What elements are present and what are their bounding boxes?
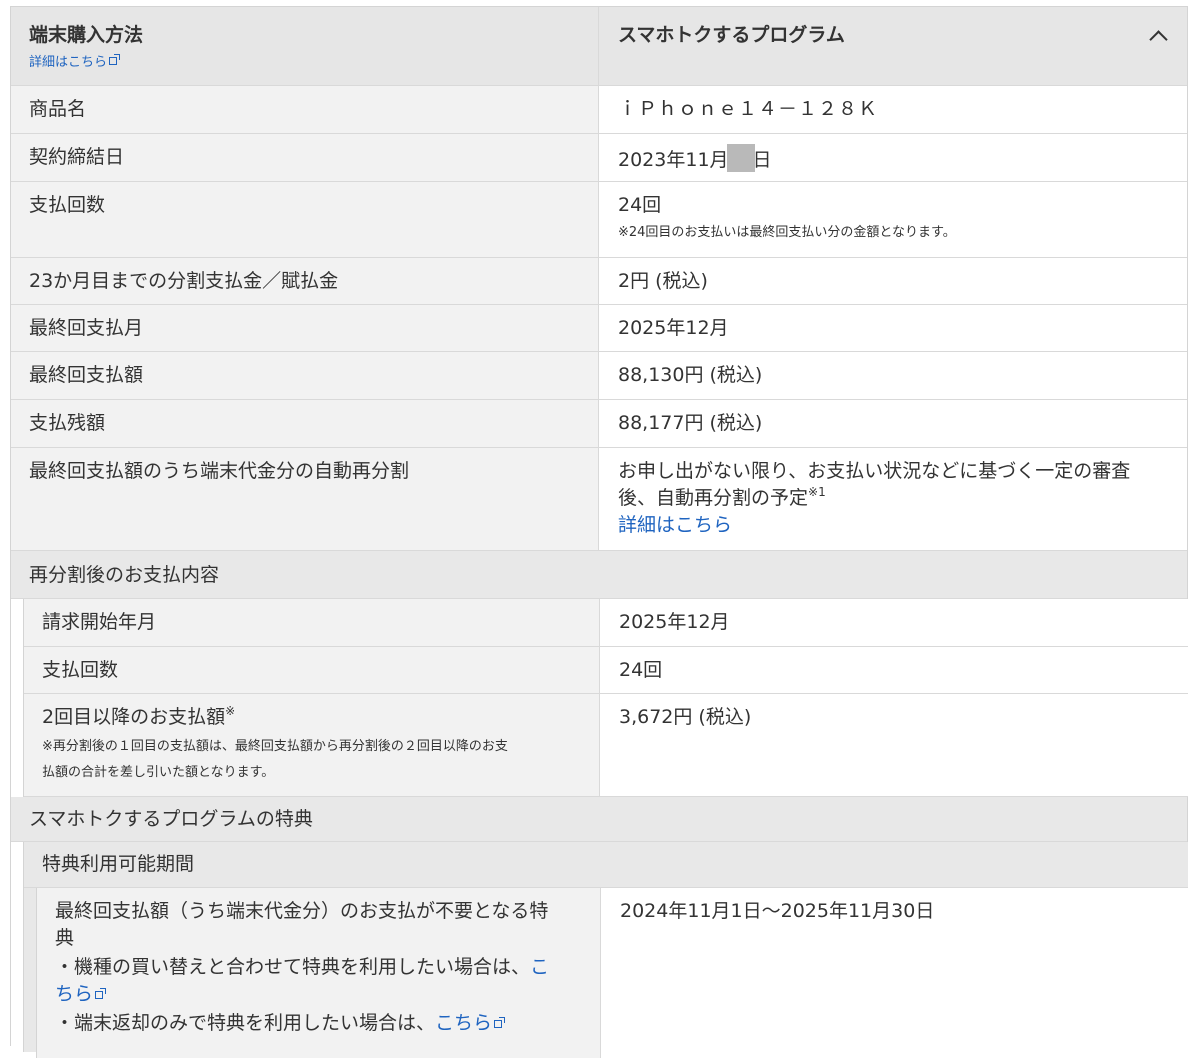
upgrade-benefit-link[interactable]: こ	[530, 956, 549, 978]
row-contract-date: 契約締結日 2023年11月日	[11, 134, 1187, 182]
row-value: 2023年11月日	[618, 144, 772, 173]
row-value: 24回	[618, 194, 662, 216]
row-label: 2回目以降のお支払額※	[42, 704, 236, 728]
row-value: 2円 (税込)	[618, 270, 708, 292]
benefit-bullet-upgrade: ・機種の買い替えと合わせて特典を利用したい場合は、こ	[55, 956, 550, 978]
upgrade-benefit-link-cont[interactable]: ちら	[55, 981, 107, 1007]
row-payments: 支払回数 24回 ※24回目のお支払いは最終回支払い分の金額となります。	[11, 182, 1187, 258]
benefit-section-body: 特典利用可能期間 最終回支払額（うち端末代金分）のお支払が不要となる特 典 ・機…	[23, 842, 1189, 1058]
subsection-title: 特典利用可能期間	[42, 853, 195, 875]
external-link-icon	[95, 988, 107, 999]
row-resplit-payments: 支払回数 24回	[24, 647, 1188, 694]
row-value: 24回	[619, 659, 663, 681]
section-title: 再分割後のお支払内容	[29, 564, 220, 586]
resplit-section-body: 請求開始年月 2025年12月 支払回数 24回 2回目以降のお支払額※ ※再分…	[23, 599, 1188, 797]
row-label: 最終回支払月	[29, 317, 144, 339]
row-value: 2024年11月1日〜2025年11月30日	[620, 900, 935, 922]
row-value: 88,130円 (税込)	[618, 364, 763, 386]
row-value: 3,672円 (税込)	[619, 706, 752, 728]
external-link-icon	[494, 1017, 506, 1028]
auto-resplit-details-link[interactable]: 詳細はこちら	[618, 512, 732, 538]
benefit-label-line1: 最終回支払額（うち端末代金分）のお支払が不要となる特	[55, 900, 549, 922]
row-label: 支払回数	[42, 659, 119, 681]
row-final-month: 最終回支払月 2025年12月	[11, 305, 1187, 352]
row-value: ｉＰｈｏｎｅ１４－１２８Ｋ	[618, 98, 879, 120]
row-label: 請求開始年月	[42, 611, 157, 633]
header-right-cell: スマホトクするプログラム	[599, 7, 1187, 85]
benefit-bullet-return: ・端末返却のみで特典を利用したい場合は、こちら	[55, 1010, 506, 1036]
row-auto-resplit: 最終回支払額のうち端末代金分の自動再分割 お申し出がない限り、お支払い状況などに…	[11, 448, 1187, 551]
row-product: 商品名 ｉＰｈｏｎｅ１４－１２８Ｋ	[11, 86, 1187, 134]
row-note-line1: ※再分割後の１回目の支払額は、最終回支払額から再分割後の２回目以降のお支	[42, 739, 508, 754]
external-link-icon	[109, 54, 121, 65]
row-label: 最終回支払額のうち端末代金分の自動再分割	[29, 460, 410, 482]
header-title-purchase-method: 端末購入方法	[29, 24, 144, 46]
row-label: 契約締結日	[29, 146, 125, 168]
row-remaining: 支払残額 88,177円 (税込)	[11, 400, 1187, 448]
row-label: 支払回数	[29, 194, 106, 216]
redacted-day	[726, 144, 755, 172]
chevron-up-icon[interactable]	[1149, 30, 1168, 49]
row-value: 88,177円 (税込)	[618, 412, 763, 434]
row-note-line2: 払額の合計を差し引いた額となります。	[42, 765, 275, 780]
row-label: 商品名	[29, 98, 87, 120]
benefit-period-header: 特典利用可能期間	[24, 842, 1188, 888]
header-title-program: スマホトクするプログラム	[618, 24, 845, 46]
header-left-cell: 端末購入方法 詳細はこちら	[11, 7, 599, 85]
row-billing-start: 請求開始年月 2025年12月	[24, 599, 1188, 647]
resplit-section-header: 再分割後のお支払内容	[11, 551, 1187, 599]
benefit-label-line2: 典	[55, 927, 75, 949]
row-label: 最終回支払額	[29, 364, 144, 386]
table-header: 端末購入方法 詳細はこちら スマホトクするプログラム	[11, 7, 1187, 86]
row-label: 23か月目までの分割支払金／賦払金	[29, 270, 339, 292]
row-value-line1: お申し出がない限り、お支払い状況などに基づく一定の審査	[618, 460, 1131, 482]
row-value: 2025年12月	[619, 611, 730, 633]
row-value-line2: 後、自動再分割の予定※1	[618, 485, 826, 509]
row-label: 支払残額	[29, 412, 106, 434]
row-note: ※24回目のお支払いは最終回支払い分の金額となります。	[618, 225, 956, 240]
row-value: 2025年12月	[618, 317, 729, 339]
row-final-amount: 最終回支払額 88,130円 (税込)	[11, 352, 1187, 400]
section-title: スマホトクするプログラムの特典	[29, 808, 313, 830]
benefit-section-header: スマホトクするプログラムの特典	[11, 797, 1187, 842]
return-benefit-link[interactable]: こちら	[435, 1012, 506, 1034]
header-details-link[interactable]: 詳細はこちら	[29, 53, 121, 73]
program-details-table: 端末購入方法 詳細はこちら スマホトクするプログラム 商品名 ｉＰｈｏｎｅ１４－…	[10, 6, 1189, 1058]
row-benefit: 最終回支払額（うち端末代金分）のお支払が不要となる特 典 ・機種の買い替えと合わ…	[37, 888, 1189, 1058]
row-second-onward: 2回目以降のお支払額※ ※再分割後の１回目の支払額は、最終回支払額から再分割後の…	[24, 694, 1188, 797]
row-installment: 23か月目までの分割支払金／賦払金 2円 (税込)	[11, 258, 1187, 305]
benefit-period-body: 最終回支払額（うち端末代金分）のお支払が不要となる特 典 ・機種の買い替えと合わ…	[36, 888, 1189, 1058]
